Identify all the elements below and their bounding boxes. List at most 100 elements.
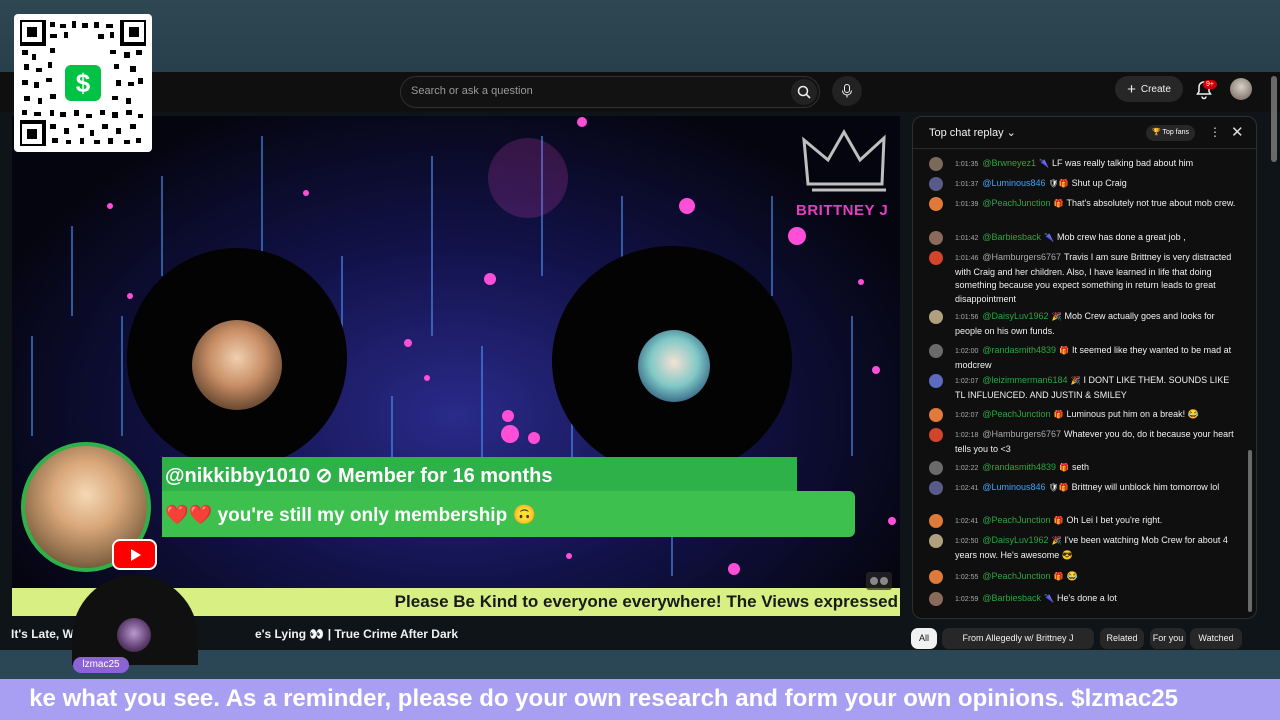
chat-message[interactable]: 1:01:56 @DaisyLuv1962 🎉 Mob Crew actually g… bbox=[929, 310, 1241, 338]
top-fans-button[interactable]: 🏆 Top fans bbox=[1146, 125, 1195, 141]
chat-message-body: 1:01:46 @Hamburgers6767 Travis I am sure B… bbox=[955, 251, 1241, 306]
chat-author-avatar[interactable] bbox=[929, 481, 943, 495]
notification-count-badge: 9+ bbox=[1203, 80, 1217, 89]
chat-author-name[interactable]: @PeachJunction bbox=[982, 571, 1050, 581]
chat-author-avatar[interactable] bbox=[929, 344, 943, 358]
chat-timestamp: 1:02:18 bbox=[955, 432, 979, 439]
account-avatar[interactable] bbox=[1230, 78, 1252, 100]
chat-author-avatar[interactable] bbox=[929, 197, 943, 211]
chat-message-body: 1:02:41 @PeachJunction 🎁 Oh Lei I bet you'r… bbox=[955, 514, 1241, 529]
guest-avatar bbox=[117, 618, 151, 652]
chat-timestamp: 1:02:50 bbox=[955, 538, 979, 545]
chat-timestamp: 1:02:59 bbox=[955, 596, 979, 603]
chat-message-text: LF was really talking bad about him bbox=[1052, 158, 1194, 168]
filter-chip[interactable]: Watched bbox=[1190, 628, 1242, 649]
chat-author-avatar[interactable] bbox=[929, 570, 943, 584]
member-message: ❤️❤️ you're still my only membership 🙃 bbox=[165, 505, 537, 526]
chat-author-name[interactable]: @PeachJunction bbox=[982, 515, 1050, 525]
search-box[interactable]: Search or ask a question bbox=[400, 76, 820, 108]
chat-author-avatar[interactable] bbox=[929, 251, 943, 265]
cohost-avatar bbox=[638, 330, 710, 402]
create-button[interactable]: + Create bbox=[1115, 76, 1183, 102]
chat-author-avatar[interactable] bbox=[929, 157, 943, 171]
chat-author-avatar[interactable] bbox=[929, 534, 943, 548]
chat-author-name[interactable]: @Barbiesback bbox=[982, 232, 1041, 242]
chat-timestamp: 1:01:37 bbox=[955, 181, 979, 188]
chat-author-avatar[interactable] bbox=[929, 408, 943, 422]
chat-message[interactable]: 1:02:07 @leizimmerman6184 🎉 I DONT LIKE THE… bbox=[929, 374, 1241, 402]
chat-author-name[interactable]: @DaisyLuv1962 bbox=[982, 535, 1048, 545]
chat-message[interactable]: 1:02:18 @Hamburgers6767 Whatever you do, d… bbox=[929, 428, 1241, 456]
chat-author-avatar[interactable] bbox=[929, 461, 943, 475]
filter-chip[interactable]: From Allegedly w/ Brittney J bbox=[942, 628, 1094, 649]
chat-message-body: 1:01:35 @Brwneyez1 🌂 LF was really talking … bbox=[955, 157, 1241, 172]
chat-message[interactable]: 1:02:41 @PeachJunction 🎁 Oh Lei I bet you'r… bbox=[929, 514, 1241, 529]
chat-author-avatar[interactable] bbox=[929, 374, 943, 388]
chat-message-text: Shut up Craig bbox=[1071, 178, 1127, 188]
chat-scrollbar[interactable] bbox=[1248, 450, 1252, 612]
chat-author-avatar[interactable] bbox=[929, 177, 943, 191]
member-name: @nikkibby1010 ⊘ Member for 16 months bbox=[165, 465, 553, 487]
chat-author-name[interactable]: @randasmith4839 bbox=[982, 345, 1056, 355]
chat-author-avatar[interactable] bbox=[929, 310, 943, 324]
chat-timestamp: 1:02:55 bbox=[955, 574, 979, 581]
filter-chip[interactable]: All bbox=[911, 628, 937, 649]
chat-author-name[interactable]: @DaisyLuv1962 bbox=[982, 311, 1048, 321]
chat-author-avatar[interactable] bbox=[929, 592, 943, 606]
search-input[interactable]: Search or ask a question bbox=[411, 85, 533, 97]
chat-message[interactable]: 1:01:39 @PeachJunction 🎁 That's absolutely … bbox=[929, 197, 1241, 212]
chat-author-avatar[interactable] bbox=[929, 428, 943, 442]
chat-message-body: 1:01:56 @DaisyLuv1962 🎉 Mob Crew actually g… bbox=[955, 310, 1241, 338]
crown-logo-icon bbox=[802, 128, 886, 192]
close-chat-icon[interactable]: ✕ bbox=[1231, 123, 1244, 141]
chat-timestamp: 1:01:42 bbox=[955, 235, 979, 242]
chat-message[interactable]: 1:01:37 @Luminous846 🛡🎁 Shut up Craig bbox=[929, 177, 1241, 192]
more-options-icon[interactable]: ⋮ bbox=[1209, 125, 1221, 139]
chat-message[interactable]: 1:01:46 @Hamburgers6767 Travis I am sure B… bbox=[929, 251, 1241, 306]
search-button[interactable] bbox=[791, 79, 817, 105]
member-badge-icon: 🛡🎁 bbox=[1048, 179, 1069, 188]
chat-message[interactable]: 1:02:55 @PeachJunction 🎁 😂 bbox=[929, 570, 1241, 585]
chat-author-name[interactable]: @randasmith4839 bbox=[982, 462, 1056, 472]
chat-author-name[interactable]: @Hamburgers6767 bbox=[982, 252, 1061, 262]
plus-icon: + bbox=[1127, 80, 1136, 98]
filter-chip[interactable]: Related bbox=[1100, 628, 1144, 649]
video-player[interactable]: BRITTNEY J @nikkibby1010 ⊘ Member for 16… bbox=[12, 116, 900, 616]
chat-message[interactable]: 1:02:50 @DaisyLuv1962 🎉 I've been watching … bbox=[929, 534, 1241, 562]
chat-message[interactable]: 1:02:07 @PeachJunction 🎁 Luminous put him o… bbox=[929, 408, 1241, 423]
chat-message-text: Brittney will unblock him tomorrow lol bbox=[1071, 482, 1220, 492]
chat-author-name[interactable]: @Luminous846 bbox=[982, 482, 1045, 492]
chat-author-name[interactable]: @Luminous846 bbox=[982, 178, 1045, 188]
chat-timestamp: 1:02:22 bbox=[955, 465, 979, 472]
chat-author-name[interactable]: @PeachJunction bbox=[982, 409, 1050, 419]
filter-chip[interactable]: For you bbox=[1150, 628, 1186, 649]
chat-author-name[interactable]: @Barbiesback bbox=[982, 593, 1041, 603]
chat-author-avatar[interactable] bbox=[929, 514, 943, 528]
cashapp-qr-code: $ bbox=[14, 14, 152, 152]
voice-search-button[interactable] bbox=[832, 76, 862, 106]
chat-author-name[interactable]: @PeachJunction bbox=[982, 198, 1050, 208]
chat-author-name[interactable]: @Hamburgers6767 bbox=[982, 429, 1061, 439]
chat-author-avatar[interactable] bbox=[929, 231, 943, 245]
create-label: Create bbox=[1140, 83, 1171, 95]
chat-message-body: 1:02:18 @Hamburgers6767 Whatever you do, d… bbox=[955, 428, 1241, 456]
chat-message-body: 1:02:55 @PeachJunction 🎁 😂 bbox=[955, 570, 1241, 585]
member-badge-icon: 🛡🎁 bbox=[1048, 483, 1069, 492]
video-title-end: e's Lying 👀 | True Crime After Dark bbox=[255, 627, 458, 641]
chat-message[interactable]: 1:02:22 @randasmith4839 🎁 seth bbox=[929, 461, 1241, 476]
chat-mode-dropdown[interactable]: Top chat replay ⌄ bbox=[929, 126, 1016, 139]
scrolling-banner: ke what you see. As a reminder, please d… bbox=[0, 679, 1280, 720]
chat-message[interactable]: 1:02:00 @randasmith4839 🎁 It seemed like th… bbox=[929, 344, 1241, 372]
chat-message-body: 1:02:59 @Barbiesback 🌂 He's done a lot bbox=[955, 592, 1241, 607]
chat-message-text: Oh Lei I bet you're right. bbox=[1066, 515, 1163, 525]
chat-author-name[interactable]: @Brwneyez1 bbox=[982, 158, 1036, 168]
youtube-logo-icon bbox=[112, 539, 157, 570]
chat-author-name[interactable]: @leizimmerman6184 bbox=[982, 375, 1067, 385]
chat-message-body: 1:02:41 @Luminous846 🛡🎁 Brittney will unblo… bbox=[955, 481, 1241, 496]
page-scrollbar[interactable] bbox=[1271, 76, 1277, 162]
chat-message[interactable]: 1:02:41 @Luminous846 🛡🎁 Brittney will unblo… bbox=[929, 481, 1241, 496]
banner-text: ke what you see. As a reminder, please d… bbox=[29, 685, 1178, 712]
chat-message[interactable]: 1:01:42 @Barbiesback 🌂 Mob crew has done a … bbox=[929, 231, 1241, 246]
chat-message[interactable]: 1:01:35 @Brwneyez1 🌂 LF was really talking … bbox=[929, 157, 1241, 172]
chat-message[interactable]: 1:02:59 @Barbiesback 🌂 He's done a lot bbox=[929, 592, 1241, 607]
